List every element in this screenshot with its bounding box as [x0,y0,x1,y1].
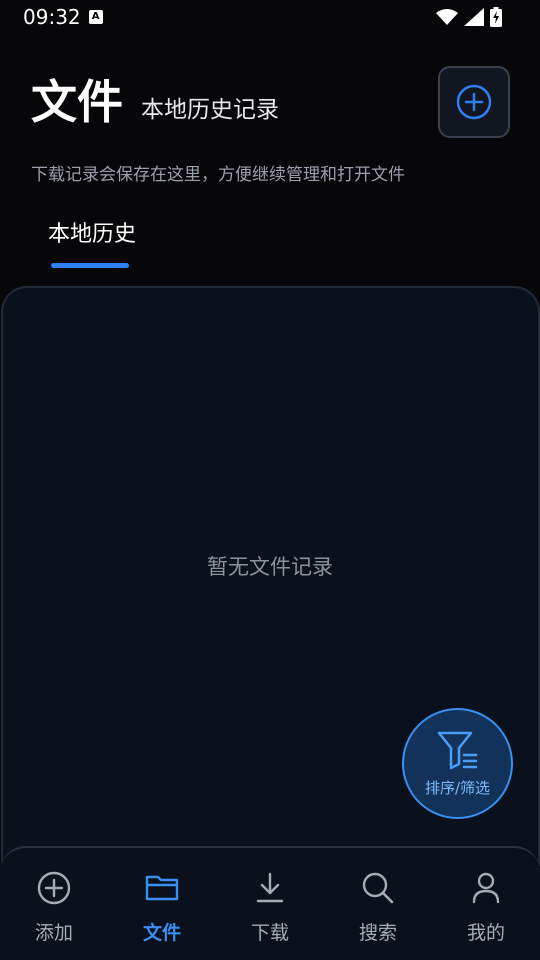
notification-icon: A [88,10,103,24]
add-button[interactable] [438,66,510,138]
status-right [436,7,502,27]
filter-icon [437,731,477,770]
add-circle-icon [456,84,492,120]
nav-item-search[interactable]: 搜索 [324,848,432,960]
empty-state-text: 暂无文件记录 [207,555,333,579]
nav-label-search: 搜索 [358,922,397,944]
tab-indicator [51,263,129,268]
folder-icon [145,875,179,901]
status-bar: 09:32 A [0,0,540,34]
add-circle-icon [37,871,71,905]
nav-label-profile: 我的 [466,922,505,944]
page-title: 文件 [31,75,123,129]
notification-badge-letter: A [91,11,100,22]
search-icon [362,872,394,904]
sort-filter-button[interactable]: 排序/筛选 [402,708,513,819]
wifi-icon [436,9,458,25]
nav-label-download: 下载 [250,922,289,944]
signal-icon [464,8,484,26]
download-icon [256,872,284,903]
tab-local-history[interactable]: 本地历史 [48,218,136,252]
sort-filter-label: 排序/筛选 [424,779,491,797]
person-icon [472,872,500,904]
battery-charging-icon [490,7,502,27]
bottom-nav: 添加 文件 下载 搜索 我的 [0,846,540,960]
nav-item-add[interactable]: 添加 [0,848,108,960]
nav-label-add: 添加 [34,922,73,944]
status-left: 09:32 A [23,5,103,29]
page-description: 下载记录会保存在这里，方便继续管理和打开文件 [31,165,405,185]
nav-item-download[interactable]: 下载 [216,848,324,960]
nav-item-files[interactable]: 文件 [108,848,216,960]
status-time: 09:32 [23,5,81,29]
nav-item-profile[interactable]: 我的 [432,848,540,960]
page-subtitle: 本地历史记录 [141,97,279,123]
nav-label-files: 文件 [142,922,181,944]
